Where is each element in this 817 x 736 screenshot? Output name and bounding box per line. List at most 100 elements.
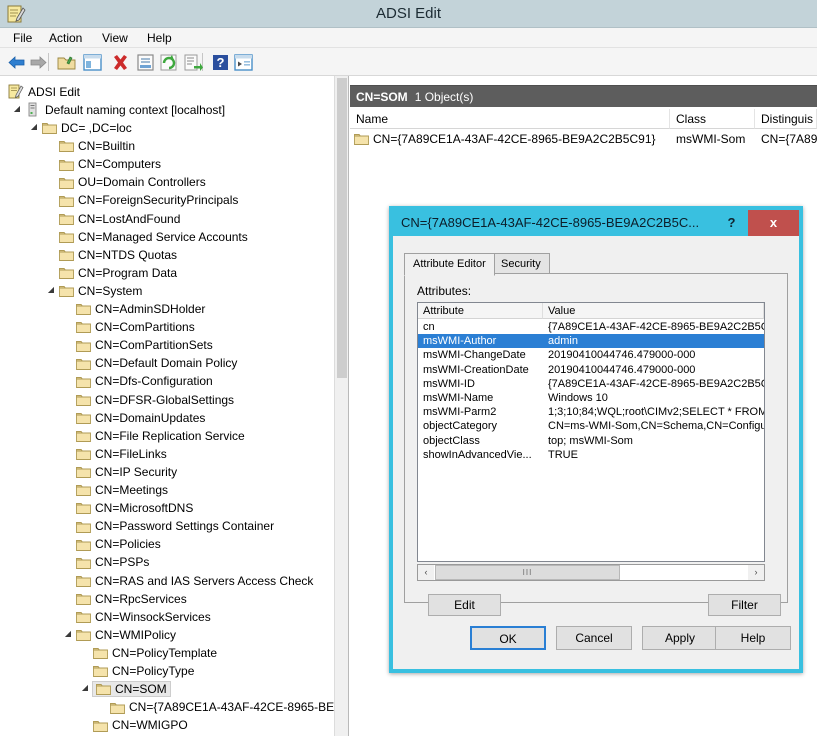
tree-item[interactable]: CN=ForeignSecurityPrincipals	[59, 191, 238, 209]
menu-view[interactable]: View	[95, 28, 135, 48]
tree-expander-icon[interactable]: ◢	[63, 625, 73, 643]
table-row[interactable]: CN={7A89CE1A-43AF-42CE-8965-BE9A2C2B5C91…	[350, 130, 817, 149]
attr-column-header-value[interactable]: Value	[543, 303, 764, 319]
tree-item[interactable]: CN=PolicyTemplate	[93, 643, 217, 661]
attribute-row[interactable]: msWMI-CreationDate 20190410044746.479000-…	[418, 363, 764, 377]
tab-attribute-editor[interactable]: Attribute Editor	[404, 253, 495, 276]
tree-item[interactable]: CN={7A89CE1A-43AF-42CE-8965-BE9A	[110, 697, 348, 715]
tree-scroll-thumb[interactable]	[337, 78, 347, 378]
attribute-row[interactable]: objectClass top; msWMI-Som	[418, 434, 764, 448]
tree-item[interactable]: CN=Managed Service Accounts	[59, 227, 248, 245]
tree-expander-icon[interactable]: ◢	[80, 679, 90, 697]
help-button[interactable]: Help	[715, 626, 791, 650]
edit-button[interactable]: Edit	[428, 594, 501, 616]
refresh-icon[interactable]	[158, 52, 179, 73]
menu-file[interactable]: File	[6, 28, 39, 48]
tree-item-label: CN=ComPartitionSets	[76, 338, 213, 352]
tree-item[interactable]: CN=RpcServices	[76, 589, 187, 607]
tree-vertical-scrollbar[interactable]	[334, 76, 348, 736]
tree-item[interactable]: ◢ CN=WMIPolicy	[65, 625, 176, 643]
apply-button[interactable]: Apply	[642, 626, 718, 650]
export-list-icon[interactable]	[182, 52, 203, 73]
menu-action[interactable]: Action	[42, 28, 89, 48]
tree-item[interactable]: CN=File Replication Service	[76, 426, 245, 444]
attribute-row[interactable]: showInAdvancedVie... TRUE	[418, 448, 764, 462]
column-header-distinguished-name[interactable]: Distinguis	[755, 109, 817, 129]
tree-item[interactable]: CN=Builtin	[59, 136, 135, 154]
tree-item[interactable]: CN=WinsockServices	[76, 607, 211, 625]
attribute-row[interactable]: msWMI-ChangeDate 20190410044746.479000-00…	[418, 348, 764, 362]
tree-item[interactable]: CN=ComPartitionSets	[76, 335, 213, 353]
tree-item-text: CN=RAS and IAS Servers Access Check	[95, 573, 314, 588]
tree-item[interactable]: CN=WMIGPO	[93, 716, 188, 734]
tree-item-label: CN=WinsockServices	[76, 610, 211, 624]
tree-item[interactable]: CN=ComPartitions	[76, 317, 195, 335]
column-header-name[interactable]: Name	[350, 109, 670, 129]
tree-item[interactable]: CN=LostAndFound	[59, 209, 180, 227]
attribute-row[interactable]: msWMI-ID {7A89CE1A-43AF-42CE-8965-BE9A2C2…	[418, 377, 764, 391]
dialog-help-button[interactable]: ?	[715, 210, 748, 236]
tree-expander-icon[interactable]: ◢	[46, 281, 56, 299]
menu-help[interactable]: Help	[140, 28, 179, 48]
attribute-row[interactable]: objectCategory CN=ms-WMI-Som,CN=Schema,CN…	[418, 419, 764, 433]
attr-column-header-attribute[interactable]: Attribute	[418, 303, 543, 319]
attributes-list[interactable]: Attribute Value cn {7A89CE1A-43AF-42CE-89…	[417, 302, 765, 562]
folder-icon	[59, 250, 74, 261]
tree-item[interactable]: CN=Password Settings Container	[76, 516, 274, 534]
dialog-close-button[interactable]: x	[748, 210, 799, 236]
tree-item[interactable]: ◢ DC= ,DC=loc	[31, 118, 132, 136]
tree-item[interactable]: CN=Program Data	[59, 263, 177, 281]
folder-icon	[76, 449, 91, 461]
tree-item[interactable]: CN=FileLinks	[76, 444, 167, 462]
attribute-row[interactable]: msWMI-Name Windows 10	[418, 391, 764, 405]
tree-item[interactable]: CN=Default Domain Policy	[76, 354, 237, 372]
folder-icon	[76, 340, 91, 352]
tree-expander-icon[interactable]: ◢	[29, 118, 39, 136]
tree-item[interactable]: CN=DFSR-GlobalSettings	[76, 390, 234, 408]
folder-icon	[76, 376, 91, 388]
cancel-button[interactable]: Cancel	[556, 626, 632, 650]
attribute-value: {7A89CE1A-43AF-42CE-8965-BE9A2C2B5C91}	[548, 321, 764, 333]
tree-item[interactable]: OU=Domain Controllers	[59, 173, 206, 191]
tree-expander-icon[interactable]: ◢	[12, 100, 22, 118]
folder-icon	[59, 141, 74, 153]
tree-item[interactable]: ADSI Edit	[8, 82, 80, 100]
tree-item-text: CN=RpcServices	[95, 591, 187, 606]
tree-item[interactable]: ◢ CN=System	[48, 281, 142, 299]
back-icon[interactable]	[6, 52, 27, 73]
tree-item[interactable]: ◢ Default naming context [localhost]	[14, 100, 225, 118]
delete-icon[interactable]	[110, 52, 131, 73]
show-action-pane-icon[interactable]	[233, 52, 254, 73]
tree-item[interactable]: CN=NTDS Quotas	[59, 245, 177, 263]
attribute-editor-tab-panel: Attributes: Attribute Value cn {7A89CE1A-…	[404, 273, 788, 616]
tree-item[interactable]: CN=MicrosoftDNS	[76, 498, 193, 516]
tree-item[interactable]: CN=Meetings	[76, 480, 168, 498]
attribute-row[interactable]: msWMI-Author admin	[418, 334, 764, 349]
tree-item[interactable]: CN=RAS and IAS Servers Access Check	[76, 571, 313, 589]
attributes-horizontal-scrollbar[interactable]: ‹ III ›	[417, 564, 765, 581]
help-icon[interactable]: ?	[210, 52, 231, 73]
scroll-left-arrow-icon[interactable]: ‹	[418, 565, 434, 580]
tree-item[interactable]: ◢ CN=SOM	[82, 679, 171, 698]
attribute-row[interactable]: cn {7A89CE1A-43AF-42CE-8965-BE9A2C2B5C91}	[418, 320, 764, 334]
tree-item[interactable]: CN=IP Security	[76, 462, 177, 480]
tab-security[interactable]: Security	[492, 253, 550, 274]
tree-item[interactable]: CN=Dfs-Configuration	[76, 372, 213, 390]
attribute-row[interactable]: msWMI-Parm2 1;3;10;84;WQL;root\CIMv2;SELE…	[418, 405, 764, 419]
scroll-right-arrow-icon[interactable]: ›	[748, 565, 764, 580]
show-console-tree-icon[interactable]	[82, 52, 103, 73]
scroll-thumb[interactable]: III	[435, 565, 620, 580]
forward-icon[interactable]	[28, 52, 49, 73]
tree-item[interactable]: CN=AdminSDHolder	[76, 299, 205, 317]
column-header-class[interactable]: Class	[670, 109, 755, 129]
up-folder-icon[interactable]	[56, 52, 77, 73]
properties-icon[interactable]	[135, 52, 156, 73]
folder-icon	[76, 485, 91, 497]
tree-item[interactable]: CN=PSPs	[76, 553, 149, 571]
tree-item[interactable]: CN=Policies	[76, 535, 161, 553]
filter-button[interactable]: Filter	[708, 594, 781, 616]
tree-item[interactable]: CN=Computers	[59, 154, 161, 172]
tree-item[interactable]: CN=DomainUpdates	[76, 408, 205, 426]
tree-item[interactable]: CN=PolicyType	[93, 661, 194, 679]
ok-button[interactable]: OK	[470, 626, 546, 650]
